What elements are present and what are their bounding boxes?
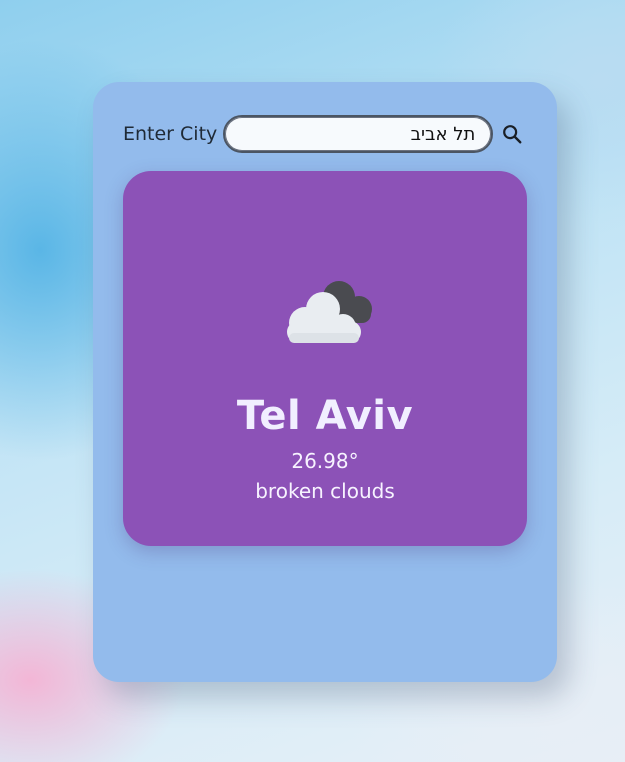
search-icon <box>503 125 522 144</box>
weather-description: broken clouds <box>255 479 395 503</box>
city-name: Tel Aviv <box>236 393 414 439</box>
search-button[interactable] <box>499 121 525 147</box>
search-label: Enter City <box>123 123 218 145</box>
weather-card: Tel Aviv 26.98° broken clouds <box>123 171 527 546</box>
city-search-input[interactable] <box>223 115 494 153</box>
search-row: Enter City <box>123 112 533 156</box>
weather-app-panel: Enter City Tel Aviv 2 <box>93 82 557 682</box>
broken-clouds-icon <box>287 281 372 343</box>
temperature: 26.98° <box>291 449 359 473</box>
